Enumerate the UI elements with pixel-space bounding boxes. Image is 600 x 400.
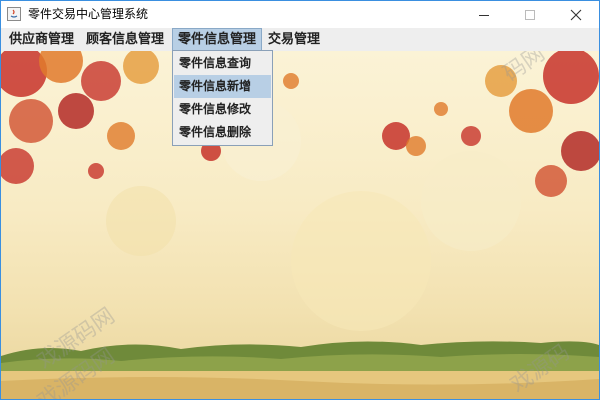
menu-trade-management[interactable]: 交易管理 (263, 28, 325, 51)
window-title: 零件交易中心管理系统 (28, 7, 149, 21)
menu-customer-info-management[interactable]: 顾客信息管理 (81, 28, 169, 51)
menu-item-parts-modify[interactable]: 零件信息修改 (174, 98, 271, 121)
menu-parts-info-management[interactable]: 零件信息管理 (172, 28, 263, 51)
menu-item-parts-add[interactable]: 零件信息新增 (174, 75, 271, 98)
menu-bar: 供应商管理 顾客信息管理 零件信息管理 交易管理 (1, 28, 599, 51)
background-image: 码网 戏源码网 戏源码 戏源码网 (1, 51, 599, 399)
menu-item-parts-query[interactable]: 零件信息查询 (174, 52, 271, 75)
minimize-button[interactable] (461, 1, 507, 28)
close-button[interactable] (553, 1, 599, 28)
parts-info-dropdown-menu: 零件信息查询 零件信息新增 零件信息修改 零件信息删除 (172, 50, 273, 146)
minimize-icon (479, 14, 489, 16)
maximize-icon (525, 9, 535, 20)
title-bar: 零件交易中心管理系统 (1, 1, 599, 28)
java-app-icon (7, 7, 21, 21)
close-icon (570, 9, 582, 20)
app-window: 零件交易中心管理系统 供应商管理 顾客信息管理 零件信息管理 交易管理 码网 戏… (0, 0, 600, 400)
menu-supplier-management[interactable]: 供应商管理 (4, 28, 79, 51)
maximize-button[interactable] (507, 1, 553, 28)
menu-item-parts-delete[interactable]: 零件信息删除 (174, 121, 271, 144)
